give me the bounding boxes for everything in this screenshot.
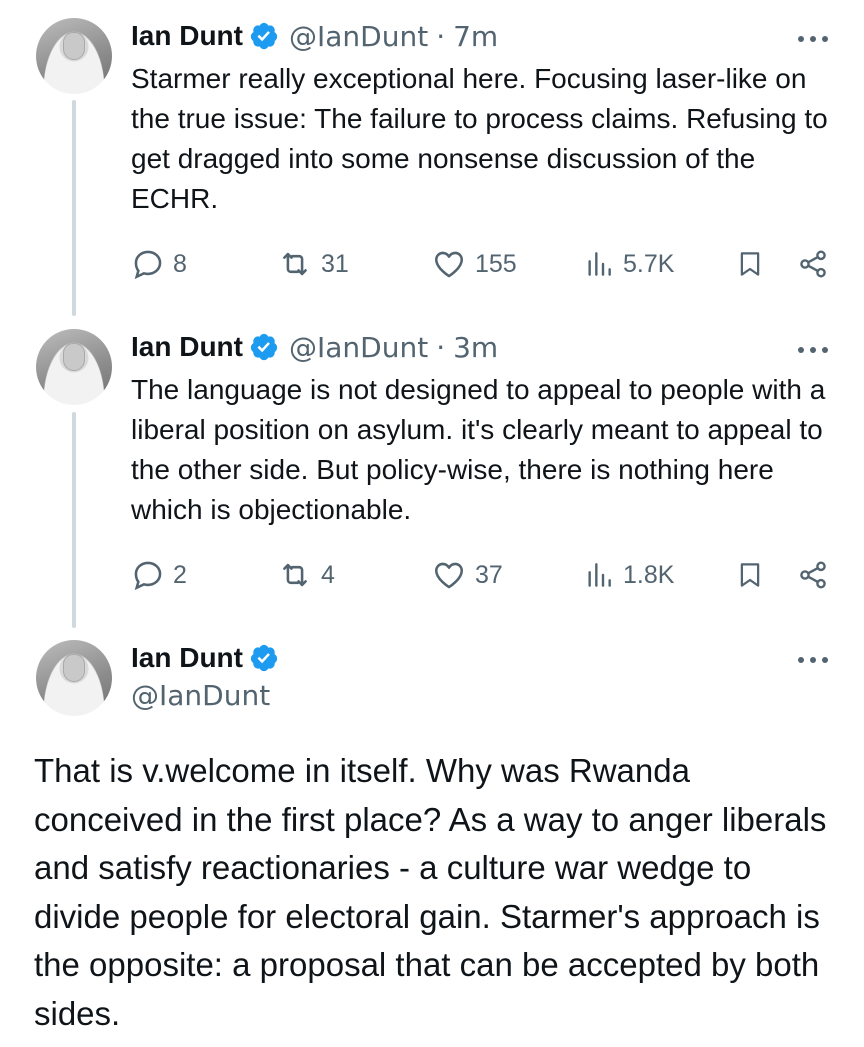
- author-name[interactable]: Ian Dunt: [131, 331, 243, 363]
- bookmark-button[interactable]: [735, 555, 765, 595]
- more-icon[interactable]: [798, 654, 828, 666]
- tweet-text: The language is not designed to appeal t…: [131, 374, 826, 525]
- main-tweet-text: That is v.welcome in itself. Why was Rwa…: [34, 752, 827, 1032]
- tweet-text: Starmer really exceptional here. Focusin…: [131, 63, 828, 214]
- like-count: 155: [475, 249, 517, 278]
- reply-count: 2: [173, 560, 187, 589]
- views-button[interactable]: 5.7K: [583, 244, 674, 284]
- reply-icon: [134, 250, 162, 280]
- views-icon: [588, 563, 611, 587]
- like-button[interactable]: 37: [431, 555, 503, 595]
- views-count: 1.8K: [623, 560, 675, 589]
- bookmark-button[interactable]: [735, 244, 765, 284]
- reply-count: 8: [173, 249, 187, 278]
- verified-badge-icon: [250, 333, 278, 361]
- views-button[interactable]: 1.8K: [583, 555, 674, 595]
- like-icon: [434, 251, 464, 278]
- share-button[interactable]: [797, 555, 829, 595]
- separator-dot: ·: [436, 330, 446, 364]
- author-name[interactable]: Ian Dunt: [131, 20, 243, 52]
- timestamp[interactable]: 3m: [453, 331, 498, 364]
- tweet-actions: 2 4 37 1.8K: [131, 555, 831, 595]
- author-name[interactable]: Ian Dunt: [131, 642, 243, 674]
- thread-line: [72, 412, 76, 628]
- reply-icon: [134, 561, 162, 591]
- retweet-icon: [283, 252, 307, 276]
- like-button[interactable]: 155: [431, 244, 517, 284]
- tweet-header: Ian Dunt: [131, 638, 289, 678]
- retweet-icon: [283, 563, 307, 587]
- tweet-header: Ian Dunt @IanDunt · 7m: [131, 16, 498, 56]
- like-icon: [434, 562, 464, 589]
- bookmark-icon: [740, 252, 760, 276]
- retweet-button[interactable]: 4: [277, 555, 335, 595]
- separator-dot: ·: [436, 19, 446, 53]
- reply-button[interactable]: 8: [131, 244, 187, 284]
- views-count: 5.7K: [623, 249, 675, 278]
- retweet-count: 4: [321, 560, 335, 589]
- more-icon[interactable]: [798, 33, 828, 45]
- thread-line: [72, 100, 76, 316]
- avatar[interactable]: [36, 18, 112, 94]
- share-button[interactable]: [797, 244, 829, 284]
- views-icon: [588, 252, 611, 276]
- verified-badge-icon: [250, 22, 278, 50]
- author-handle[interactable]: @IanDunt: [289, 20, 428, 53]
- reply-button[interactable]: 2: [131, 555, 187, 595]
- share-icon: [800, 561, 826, 589]
- retweet-button[interactable]: 31: [277, 244, 349, 284]
- retweet-count: 31: [321, 249, 349, 278]
- bookmark-icon: [740, 563, 760, 587]
- author-handle[interactable]: @IanDunt: [131, 679, 270, 712]
- avatar[interactable]: [36, 640, 112, 716]
- avatar[interactable]: [36, 329, 112, 405]
- tweet-header: Ian Dunt @IanDunt · 3m: [131, 327, 498, 367]
- share-icon: [800, 250, 826, 278]
- tweet-actions: 8 31 155 5.7K: [131, 244, 831, 284]
- verified-badge-icon: [250, 644, 278, 672]
- timestamp[interactable]: 7m: [453, 20, 498, 53]
- more-icon[interactable]: [798, 344, 828, 356]
- author-handle[interactable]: @IanDunt: [289, 331, 428, 364]
- like-count: 37: [475, 560, 503, 589]
